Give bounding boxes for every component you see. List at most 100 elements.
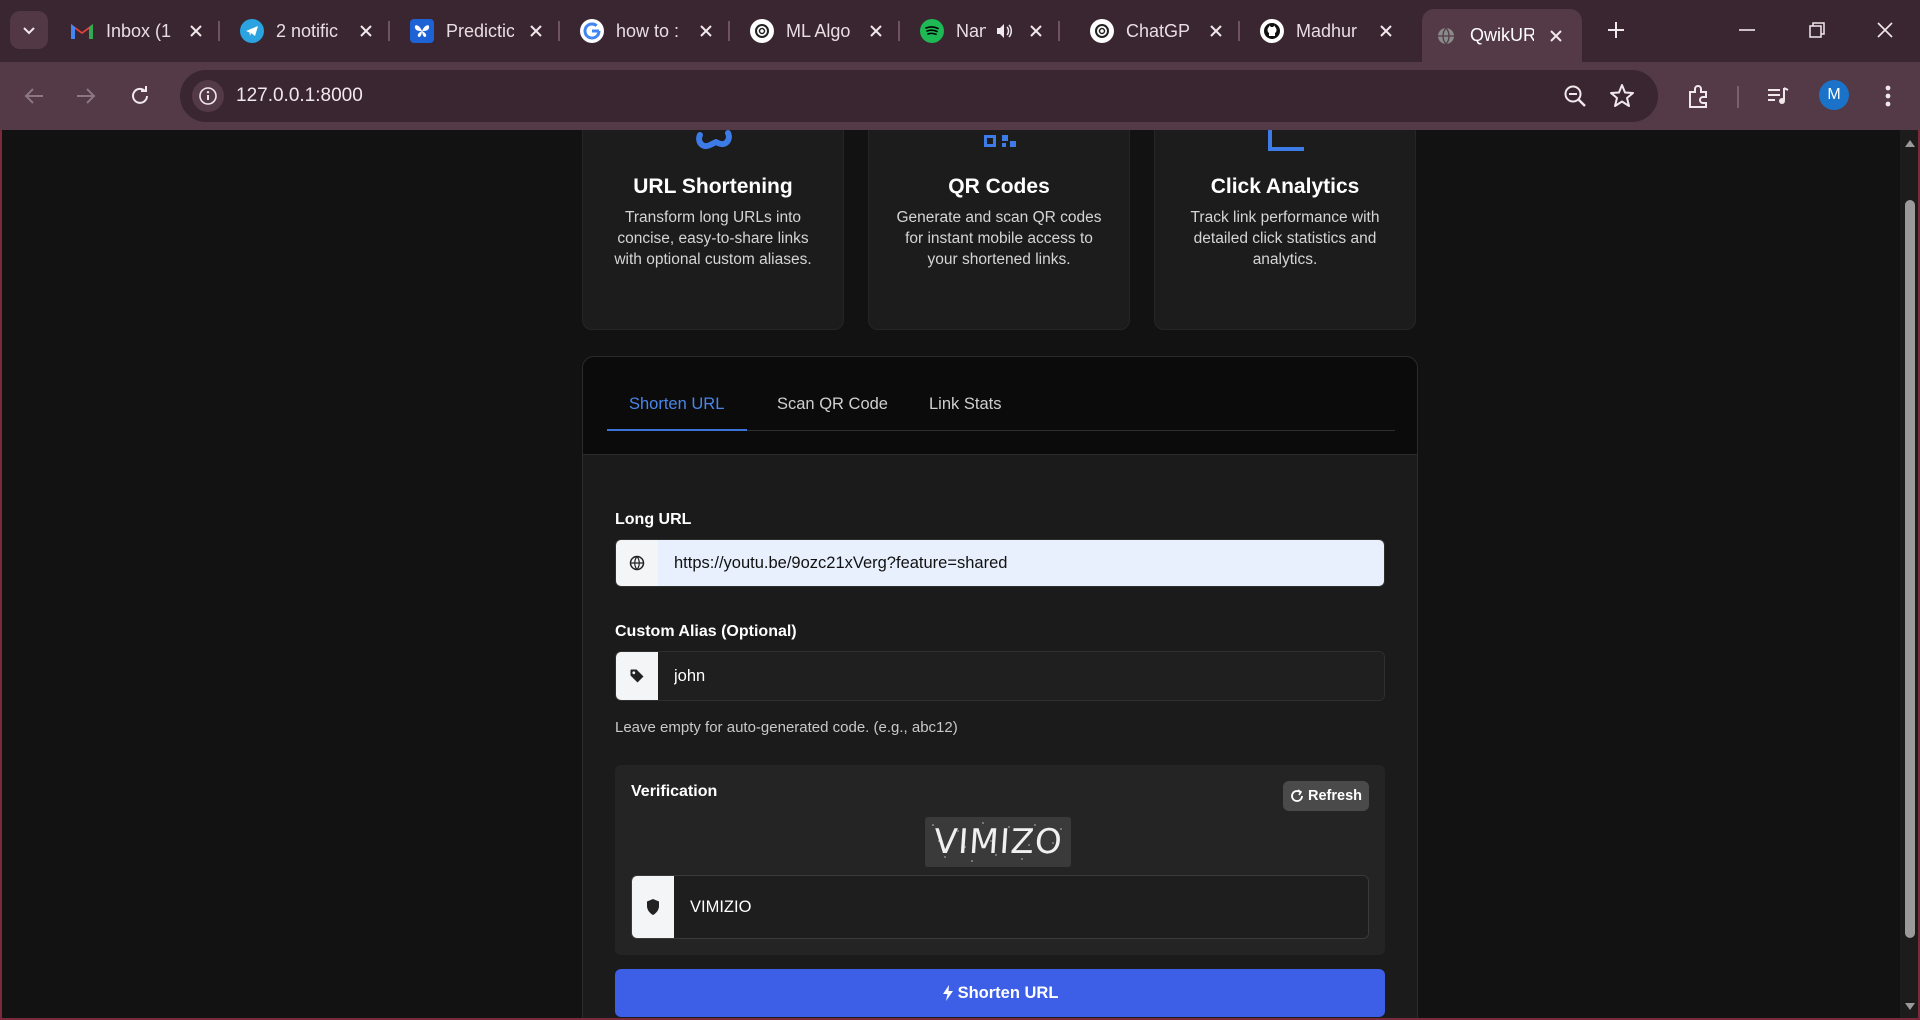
url-text: 127.0.0.1:8000	[236, 85, 363, 106]
chatgpt-icon	[1090, 19, 1114, 43]
browser-tab-spotify[interactable]: Nan	[908, 9, 1060, 53]
profile-avatar[interactable]: M	[1819, 80, 1849, 110]
browser-tab-qwikurl[interactable]: QwikUR	[1422, 9, 1582, 62]
speaker-icon[interactable]	[994, 21, 1014, 41]
tab-shorten-url[interactable]: Shorten URL	[629, 395, 724, 414]
shield-icon	[632, 876, 674, 938]
globe-icon	[616, 540, 658, 586]
link-icon	[696, 130, 732, 149]
feature-title: Click Analytics	[1210, 175, 1360, 198]
refresh-label: Refresh	[1308, 788, 1362, 804]
captcha-input[interactable]	[674, 876, 1368, 938]
browser-tab-telegram[interactable]: 2 notific	[228, 9, 390, 53]
plus-icon	[1608, 22, 1624, 38]
scroll-up-icon[interactable]	[1904, 138, 1916, 148]
zoom-out-icon[interactable]	[1562, 83, 1588, 109]
tab-search-button[interactable]	[10, 11, 48, 49]
back-button[interactable]	[14, 76, 54, 116]
chart-icon	[1268, 130, 1304, 151]
browser-tab-prediction[interactable]: Predictic	[398, 9, 560, 53]
custom-alias-label: Custom Alias (Optional)	[615, 623, 797, 640]
tab-link-stats[interactable]: Link Stats	[929, 395, 1001, 414]
minimize-icon	[1739, 29, 1755, 31]
tab-title: QwikUR	[1470, 25, 1534, 45]
minimize-button[interactable]	[1712, 0, 1782, 60]
close-icon[interactable]	[1026, 21, 1046, 41]
tab-scan-qr-code[interactable]: Scan QR Code	[777, 395, 888, 414]
scroll-down-icon[interactable]	[1904, 1002, 1916, 1012]
shorten-url-button[interactable]: Shorten URL	[615, 969, 1385, 1017]
browser-toolbar: 127.0.0.1:8000	[0, 62, 1920, 130]
custom-alias-input[interactable]	[658, 652, 1384, 700]
browser-tab-strip: Inbox (1 2 notific Predictic how to : ML…	[0, 0, 1920, 62]
verification-box: Verification Refresh VIMIZO	[615, 765, 1385, 955]
address-bar[interactable]: 127.0.0.1:8000	[180, 70, 1658, 122]
globe-icon	[1434, 24, 1458, 48]
qr-code-icon	[984, 135, 1016, 147]
new-tab-button[interactable]	[1598, 12, 1634, 48]
browser-tab-github[interactable]: Madhur	[1248, 9, 1408, 53]
close-icon	[1877, 22, 1893, 38]
refresh-icon	[1291, 789, 1303, 802]
tab-title: Nan	[956, 20, 986, 41]
close-icon[interactable]	[866, 21, 886, 41]
gmail-icon	[70, 19, 94, 43]
extensions-icon[interactable]	[1683, 80, 1715, 112]
tab-title: Predictic	[446, 20, 514, 41]
long-url-label: Long URL	[615, 511, 692, 528]
alias-hint: Leave empty for auto-generated code. (e.…	[615, 719, 958, 736]
captcha-image: VIMIZO	[925, 817, 1071, 867]
tab-title: Madhur	[1296, 20, 1358, 41]
google-icon	[580, 19, 604, 43]
close-icon[interactable]	[696, 21, 716, 41]
panel-header: Shorten URL Scan QR Code Link Stats	[583, 357, 1417, 455]
tag-icon	[616, 652, 658, 700]
feature-card-click-analytics: Click Analytics Track link performance w…	[1154, 130, 1416, 330]
tab-title: how to :	[616, 20, 680, 41]
media-control-icon[interactable]	[1762, 80, 1794, 112]
close-icon[interactable]	[186, 21, 206, 41]
panel-tabs: Shorten URL Scan QR Code Link Stats	[607, 381, 1395, 431]
long-url-input[interactable]	[658, 540, 1384, 586]
custom-alias-field	[615, 651, 1385, 701]
captcha-field	[631, 875, 1369, 939]
telegram-icon	[240, 19, 264, 43]
chatgpt-icon	[750, 19, 774, 43]
submit-label: Shorten URL	[957, 983, 1059, 1002]
arrow-left-icon	[24, 88, 43, 104]
refresh-captcha-button[interactable]: Refresh	[1283, 781, 1369, 811]
feature-description: Transform long URLs into concise, easy-t…	[614, 209, 812, 268]
browser-tab-ml-algo[interactable]: ML Algo	[738, 9, 900, 53]
close-icon[interactable]	[356, 21, 376, 41]
feature-title: QR Codes	[948, 175, 1050, 198]
feature-description: Track link performance with detailed cli…	[1190, 209, 1380, 268]
browser-tab-gmail[interactable]: Inbox (1	[58, 9, 220, 53]
reload-button[interactable]	[120, 76, 160, 116]
browser-tab-chatgpt[interactable]: ChatGP	[1078, 9, 1240, 53]
feature-description: Generate and scan QR codes for instant m…	[896, 209, 1102, 268]
long-url-field	[615, 539, 1385, 587]
bookmark-star-icon[interactable]	[1608, 82, 1636, 110]
scroll-thumb[interactable]	[1905, 200, 1915, 938]
window-close-button[interactable]	[1850, 0, 1920, 60]
menu-kebab-icon[interactable]	[1872, 80, 1904, 112]
restore-icon	[1809, 22, 1825, 38]
tab-title: ChatGP	[1126, 20, 1191, 41]
close-icon[interactable]	[1546, 26, 1566, 46]
chevron-down-icon	[23, 27, 35, 35]
reload-icon	[132, 86, 148, 104]
browser-tab-google[interactable]: how to :	[568, 9, 730, 53]
butterfly-icon	[410, 19, 434, 43]
page-scrollbar[interactable]	[1900, 130, 1920, 1020]
feature-card-url-shortening: URL Shortening Transform long URLs into …	[582, 130, 844, 330]
site-info-icon[interactable]	[192, 80, 224, 112]
shorten-panel: Shorten URL Scan QR Code Link Stats Long…	[582, 356, 1418, 1020]
tab-title: ML Algo	[786, 20, 851, 41]
close-icon[interactable]	[1376, 21, 1396, 41]
forward-button[interactable]	[66, 76, 106, 116]
arrow-right-icon	[77, 88, 96, 104]
close-icon[interactable]	[1206, 21, 1226, 41]
github-icon	[1260, 19, 1284, 43]
restore-button[interactable]	[1782, 0, 1852, 60]
close-icon[interactable]	[526, 21, 546, 41]
